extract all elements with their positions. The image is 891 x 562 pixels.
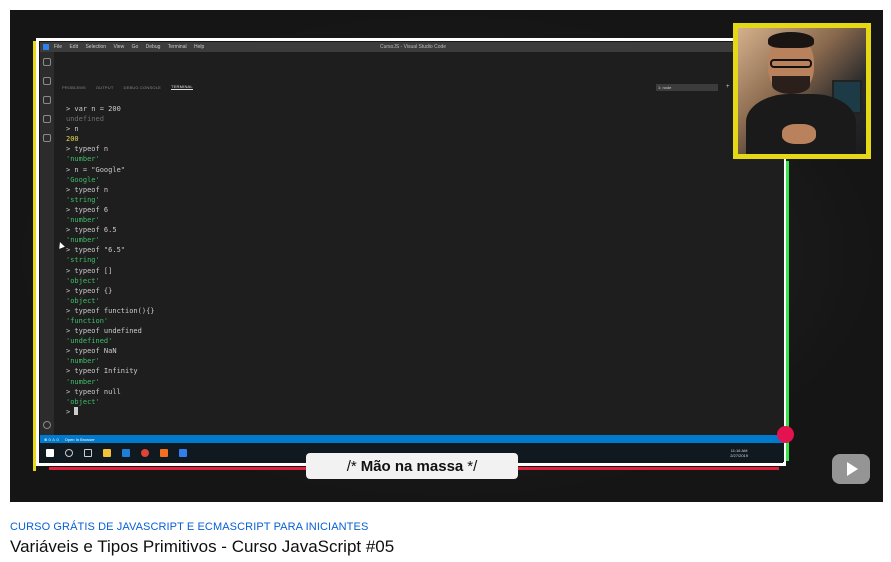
- terminal-output-line: undefined: [66, 115, 104, 124]
- video-title: Variáveis e Tipos Primitivos - Curso Jav…: [10, 537, 395, 556]
- explorer-icon[interactable]: [43, 58, 51, 66]
- menu-terminal[interactable]: Terminal: [168, 44, 187, 50]
- terminal-output-line: 200: [66, 135, 79, 144]
- new-terminal-button[interactable]: +: [726, 84, 730, 90]
- caption-suffix: */: [467, 457, 478, 475]
- terminal-output-line: 'string': [66, 195, 100, 204]
- terminal-prompt: >: [66, 407, 75, 416]
- menu-help[interactable]: Help: [194, 44, 204, 50]
- taskbar-clock: 11:16 AM 2/27/2019: [730, 448, 748, 458]
- terminal-input-line: > typeof Infinity: [66, 367, 138, 376]
- vscode-taskbar-icon[interactable]: [179, 448, 187, 457]
- debug-icon[interactable]: [43, 115, 51, 123]
- terminal-output-line: 'object': [66, 397, 100, 406]
- source-control-icon[interactable]: [43, 96, 51, 104]
- file-explorer-icon[interactable]: [103, 448, 111, 457]
- task-view-icon[interactable]: [84, 448, 92, 457]
- terminal-input-line: > typeof n: [66, 145, 109, 154]
- clock-date: 2/27/2019: [730, 452, 748, 458]
- window-title: CursoJS - Visual Studio Code: [380, 44, 447, 50]
- app-icon[interactable]: [160, 448, 168, 457]
- tab-problems[interactable]: PROBLEMS: [62, 85, 86, 90]
- terminal-output-line: 'Google': [66, 175, 100, 184]
- gear-icon[interactable]: [43, 421, 51, 429]
- tab-terminal[interactable]: TERMINAL: [171, 84, 193, 90]
- terminal-output-line: 'function': [66, 316, 109, 325]
- extensions-icon[interactable]: [43, 134, 51, 142]
- status-bar: ⊗ 0 ⚠ 0 Open In Browser: [40, 435, 784, 443]
- caption-text: Mão na massa: [360, 457, 464, 475]
- terminal-output-line: 'string': [66, 256, 100, 265]
- vscode-logo-icon: [43, 44, 49, 50]
- clock-time: 11:16 AM: [730, 447, 748, 453]
- terminal-input-line: > n: [66, 125, 79, 134]
- video-caption: /* Mão na massa */: [306, 453, 518, 479]
- terminal-output-line: 'number': [66, 357, 100, 366]
- terminal-input-line: > n = "Google": [66, 165, 126, 174]
- search-icon[interactable]: [43, 77, 51, 85]
- terminal-prompt-line[interactable]: >: [66, 406, 155, 417]
- terminal-input-line: > typeof function(){}: [66, 306, 155, 315]
- edge-browser-icon[interactable]: [122, 448, 130, 457]
- terminal-input-line: > typeof null: [66, 387, 121, 396]
- terminal-input-line: > typeof 6: [66, 205, 109, 214]
- terminal-input-line: > typeof "6.5": [66, 246, 126, 255]
- terminal-output-line: 'object': [66, 276, 100, 285]
- presenter-video: [738, 28, 866, 154]
- terminal-input-line: > var n = 200: [66, 105, 121, 113]
- tab-debug-console[interactable]: DEBUG CONSOLE: [124, 85, 162, 90]
- status-problems[interactable]: ⊗ 0 ⚠ 0: [44, 437, 59, 442]
- vscode-window: File Edit Selection View Go Debug Termin…: [40, 42, 784, 462]
- video-meta: CURSO GRÁTIS DE JAVASCRIPT E ECMASCRIPT …: [10, 521, 883, 557]
- terminal-input-line: > typeof NaN: [66, 347, 117, 356]
- chrome-icon[interactable]: [141, 448, 149, 457]
- frame-accent-yellow: [33, 41, 36, 471]
- menu-view[interactable]: View: [113, 44, 124, 50]
- presenter-hands: [782, 124, 816, 144]
- vscode-menu: File Edit Selection View Go Debug Termin…: [54, 44, 210, 50]
- terminal-input-line: > typeof 6.5: [66, 226, 117, 235]
- cortana-search-icon[interactable]: [65, 448, 73, 457]
- playlist-link[interactable]: CURSO GRÁTIS DE JAVASCRIPT E ECMASCRIPT …: [10, 521, 883, 533]
- terminal-output[interactable]: > var n = 200 undefined > n 200 > typeof n'n…: [66, 104, 155, 417]
- menu-edit[interactable]: Edit: [69, 44, 78, 50]
- terminal-output-line: 'number': [66, 236, 100, 245]
- windows-start-icon[interactable]: [46, 448, 54, 457]
- record-dot: [777, 426, 794, 443]
- presenter-glasses: [770, 59, 812, 68]
- menu-selection[interactable]: Selection: [85, 44, 106, 50]
- frame-accent-green: [786, 161, 789, 461]
- terminal-output-line: 'object': [66, 296, 100, 305]
- vscode-titlebar: File Edit Selection View Go Debug Termin…: [40, 42, 784, 52]
- video-player[interactable]: File Edit Selection View Go Debug Termin…: [10, 10, 883, 502]
- terminal-input-line: > typeof n: [66, 185, 109, 194]
- terminal-input-line: > typeof {}: [66, 286, 113, 295]
- terminal-output-line: 'number': [66, 216, 100, 225]
- terminal-output-line: 'undefined': [66, 337, 113, 346]
- terminal-output-line: 'number': [66, 155, 100, 164]
- terminal-output-line: 'number': [66, 377, 100, 386]
- menu-go[interactable]: Go: [132, 44, 139, 50]
- webcam-overlay: [733, 23, 871, 159]
- status-open-browser[interactable]: Open In Browser: [65, 437, 95, 442]
- terminal-cursor: [74, 406, 79, 415]
- terminal-select[interactable]: 1: node: [656, 83, 718, 91]
- activity-bar: [40, 52, 54, 435]
- terminal-input-line: > typeof undefined: [66, 327, 142, 336]
- terminal-input-line: > typeof []: [66, 266, 113, 275]
- play-logo-icon[interactable]: [832, 454, 870, 484]
- menu-debug[interactable]: Debug: [146, 44, 161, 50]
- presenter-hair: [768, 32, 814, 48]
- menu-file[interactable]: File: [54, 44, 62, 50]
- presenter-beard: [772, 76, 810, 94]
- caption-prefix: /*: [346, 457, 357, 475]
- tab-output[interactable]: OUTPUT: [96, 85, 114, 90]
- panel-header: PROBLEMS OUTPUT DEBUG CONSOLE TERMINAL 1…: [62, 82, 782, 92]
